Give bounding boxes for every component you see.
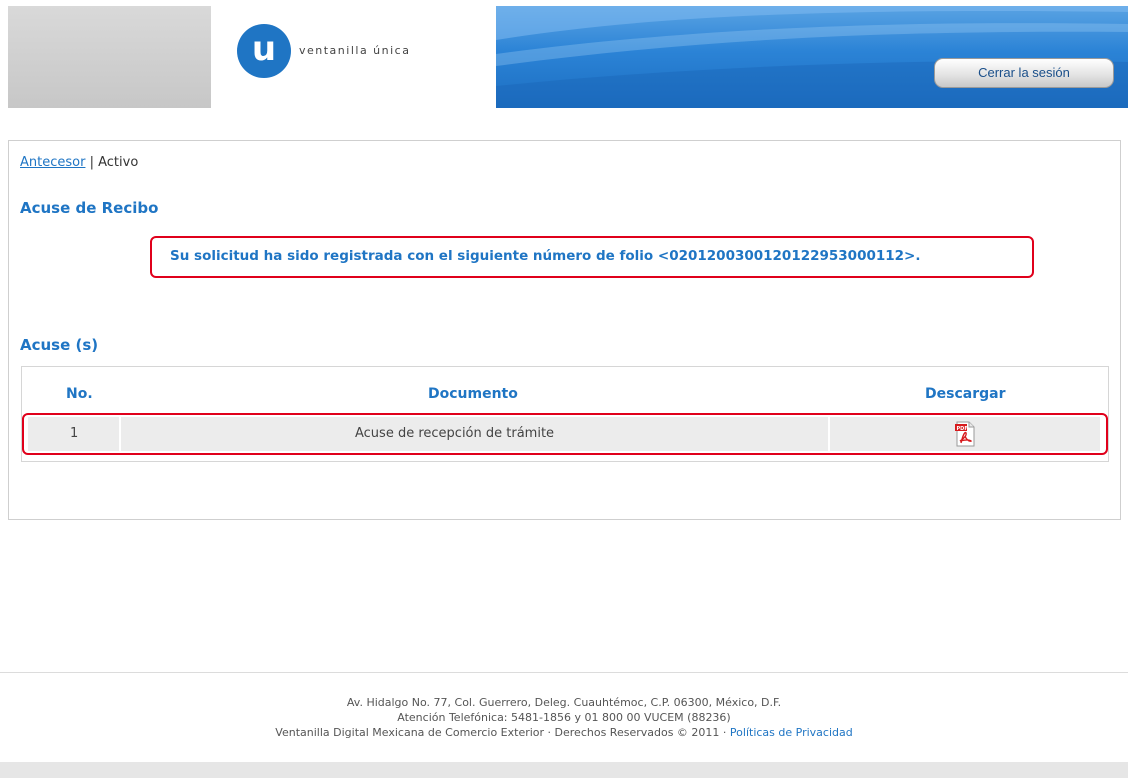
acuses-title: Acuse (s) [20,336,99,354]
footer-copyright: Ventanilla Digital Mexicana de Comercio … [275,726,730,739]
row-highlight-box: PDF [22,413,1108,455]
svg-text:PDF: PDF [957,426,968,432]
main-panel: Antecesor | Activo Acuse de Recibo Su so… [8,140,1121,520]
column-header-no: No. [66,386,93,402]
logo-area: u ventanilla única [211,6,496,108]
footer-divider [0,672,1128,673]
acuses-table: No. Documento Descargar 1 Acuse de recep… [21,366,1109,462]
privacy-policy-link[interactable]: Políticas de Privacidad [730,726,853,739]
receipt-title: Acuse de Recibo [20,199,159,217]
logout-button[interactable]: Cerrar la sesión [934,58,1114,88]
pdf-download-icon[interactable]: PDF [954,421,976,451]
footer-bar [0,762,1128,778]
footer-phone: Atención Telefónica: 5481-1856 y 01 800 … [397,711,731,724]
folio-message-box: Su solicitud ha sido registrada con el s… [150,236,1034,278]
header-grey-block [8,6,211,108]
column-header-documento: Documento [428,386,518,402]
folio-message: Su solicitud ha sido registrada con el s… [170,248,921,264]
footer-address: Av. Hidalgo No. 77, Col. Guerrero, Deleg… [346,696,782,709]
column-header-descargar: Descargar [925,386,1006,402]
logo-text: ventanilla única [299,44,411,57]
header-swoosh-graphic [496,6,1128,108]
header-blue-block: Cerrar la sesión [496,6,1128,108]
footer: Av. Hidalgo No. 77, Col. Guerrero, Deleg… [0,695,1128,740]
breadcrumb: Antecesor | Activo [20,155,138,170]
logo-icon: u [237,24,291,78]
breadcrumb-current: Activo [98,155,139,170]
breadcrumb-separator: | [85,155,99,170]
header-banner: u ventanilla única Cerrar la sesión [8,6,1128,108]
breadcrumb-link-antecesor[interactable]: Antecesor [20,155,85,170]
footer-copyright-line: Ventanilla Digital Mexicana de Comercio … [0,725,1128,740]
